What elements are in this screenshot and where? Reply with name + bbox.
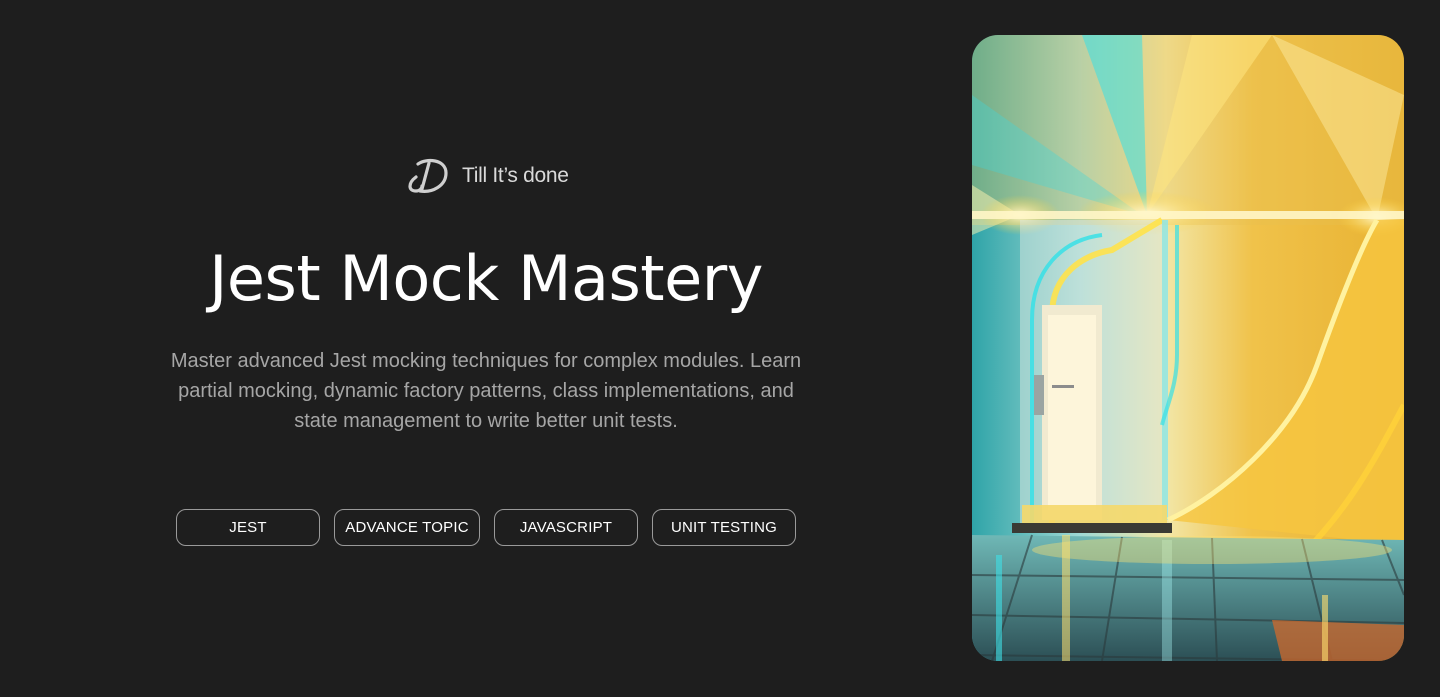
brand[interactable]: Till It’s done — [404, 155, 569, 197]
page-description: Master advanced Jest mocking techniques … — [170, 350, 802, 432]
page-title: Jest Mock Mastery — [209, 242, 763, 315]
tag-unit-testing[interactable]: UNIT TESTING — [652, 509, 796, 546]
tag-jest[interactable]: JEST — [176, 509, 320, 546]
neon-doorway-illustration — [972, 35, 1404, 661]
hero-image — [972, 35, 1404, 661]
hero-content: Till It’s done Jest Mock Mastery Master … — [130, 0, 842, 697]
tag-advance-topic[interactable]: ADVANCE TOPIC — [334, 509, 480, 546]
brand-name: Till It’s done — [462, 164, 569, 187]
tag-javascript[interactable]: JAVASCRIPT — [494, 509, 638, 546]
tag-list: JEST ADVANCE TOPIC JAVASCRIPT UNIT TESTI… — [176, 509, 796, 546]
td-monogram-icon — [404, 155, 452, 197]
